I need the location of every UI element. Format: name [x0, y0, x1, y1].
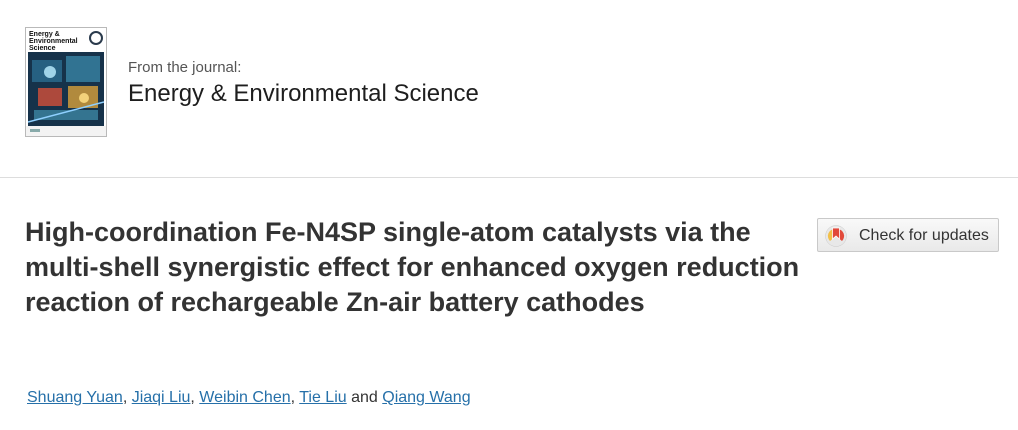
author-link[interactable]: Shuang Yuan — [27, 389, 123, 406]
header-divider — [0, 177, 1018, 178]
journal-cover-image[interactable]: Energy & Environmental Science — [25, 27, 107, 137]
crossmark-icon — [825, 225, 847, 247]
author-link[interactable]: Jiaqi Liu — [132, 389, 191, 406]
cover-artwork-icon — [28, 52, 104, 126]
journal-name-link[interactable]: Energy & Environmental Science — [128, 80, 479, 108]
article-title: High-coordination Fe-N4SP single-atom ca… — [25, 217, 800, 317]
check-for-updates-label: Check for updates — [859, 227, 989, 244]
author-separator: , — [122, 389, 132, 406]
author-link[interactable]: Tie Liu — [299, 389, 346, 406]
from-journal-label: From the journal: — [128, 59, 242, 76]
cover-footer — [26, 126, 106, 136]
author-link[interactable]: Qiang Wang — [382, 389, 470, 406]
cover-journal-title: Energy & Environmental Science — [29, 31, 78, 52]
cover-badge-icon — [89, 31, 103, 45]
check-for-updates-button[interactable]: Check for updates — [817, 218, 999, 252]
author-list: Shuang Yuan, Jiaqi Liu, Weibin Chen, Tie… — [27, 389, 471, 407]
author-link[interactable]: Weibin Chen — [199, 389, 290, 406]
author-separator: , — [290, 389, 300, 406]
author-separator: and — [346, 389, 383, 406]
author-separator: , — [190, 389, 200, 406]
